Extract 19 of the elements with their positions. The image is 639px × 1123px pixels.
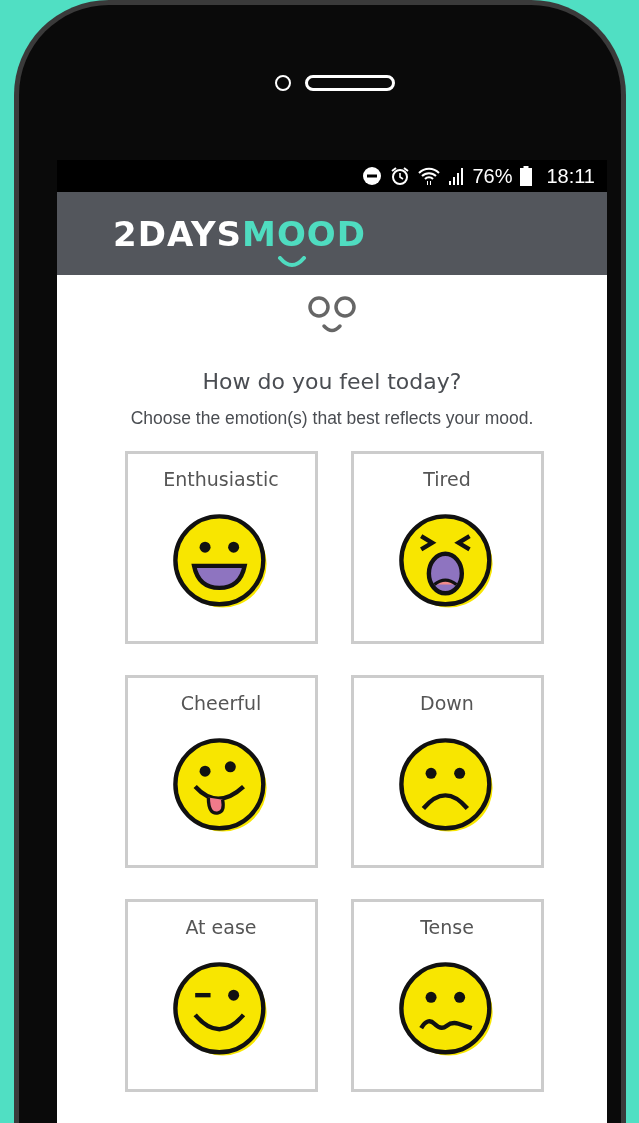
signal-icon [448,167,465,185]
instruction-text: Choose the emotion(s) that best reflects your mood. [130,408,534,429]
emotion-card[interactable]: Enthusiastic [124,451,318,644]
app-logo: 2DAYSMOOD [113,213,366,254]
battery-icon [520,166,533,186]
emotion-card[interactable]: Tired [350,451,544,644]
speaker-icon [305,74,395,91]
question-heading: How do you feel today? [202,369,462,394]
battery-percentage: 76% [472,164,513,188]
emotion-card[interactable]: Cheerful [124,675,318,868]
emotion-card[interactable]: Down [350,675,544,868]
emotion-card[interactable]: Tense [350,899,544,1092]
clock-time: 18:11 [546,164,595,188]
emotion-card[interactable]: At ease [124,899,318,1092]
wifi-icon [418,166,441,186]
alarm-clock-icon [390,166,411,186]
smile-icon [277,255,307,268]
do-not-disturb-icon [362,166,383,186]
camera-icon [275,74,291,91]
